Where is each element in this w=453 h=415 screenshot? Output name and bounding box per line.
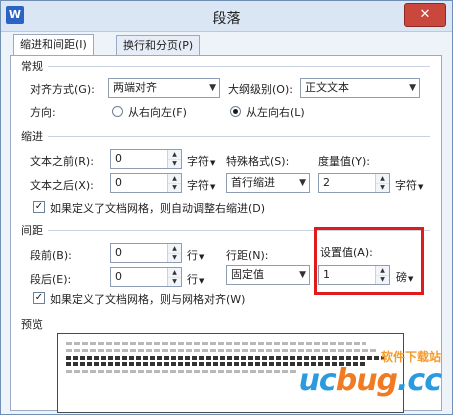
watermark-logo: ucbug.cc bbox=[298, 363, 442, 398]
section-spacing: 间距 bbox=[21, 224, 43, 237]
section-preview: 预览 bbox=[21, 318, 43, 331]
ltr-radio[interactable] bbox=[230, 106, 241, 117]
grid-align-label: 如果定义了文档网格，则与网格对齐(W) bbox=[50, 293, 246, 306]
rtl-label: 从右向左(F) bbox=[128, 106, 187, 119]
grid-align-checkbox[interactable]: ✓ bbox=[33, 292, 45, 304]
spin-down-icon[interactable]: ▼ bbox=[168, 253, 181, 262]
line-spacing-label: 行距(N): bbox=[226, 249, 269, 262]
section-indent: 缩进 bbox=[21, 130, 43, 143]
space-after-unit[interactable]: 行▼ bbox=[187, 271, 204, 287]
measure-unit[interactable]: 字符▼ bbox=[395, 177, 423, 193]
spin-down-icon[interactable]: ▼ bbox=[376, 183, 389, 192]
space-after-label: 段后(E): bbox=[30, 273, 72, 286]
ltr-label: 从左向右(L) bbox=[246, 106, 305, 119]
dialog-title: 段落 bbox=[212, 11, 241, 27]
space-before-unit[interactable]: 行▼ bbox=[187, 247, 204, 263]
outline-level-select[interactable]: 正文文本 ▼ bbox=[300, 78, 420, 98]
alignment-label: 对齐方式(G): bbox=[30, 83, 95, 96]
indent-after-label: 文本之后(X): bbox=[30, 179, 94, 192]
caret-icon: ▼ bbox=[199, 253, 205, 261]
highlight-box bbox=[314, 227, 424, 295]
measure-label: 度量值(Y): bbox=[318, 155, 371, 168]
caret-icon: ▼ bbox=[210, 183, 216, 191]
divider bbox=[48, 136, 430, 137]
chevron-down-icon: ▼ bbox=[299, 270, 306, 280]
caret-icon: ▼ bbox=[199, 277, 205, 285]
title-bar: W 段落 ✕ bbox=[1, 1, 452, 32]
tab-line-page-breaks[interactable]: 换行和分页(P) bbox=[116, 35, 201, 56]
line-spacing-select[interactable]: 固定值 ▼ bbox=[226, 265, 310, 285]
direction-label: 方向: bbox=[30, 106, 56, 119]
outline-level-label: 大纲级别(O): bbox=[228, 83, 293, 96]
indent-before-input[interactable]: 0 ▲ ▼ bbox=[110, 149, 182, 169]
preview-line bbox=[66, 370, 296, 373]
tab-indent-spacing[interactable]: 缩进和间距(I) bbox=[13, 34, 94, 57]
indent-after-input[interactable]: 0 ▲ ▼ bbox=[110, 173, 182, 193]
chevron-down-icon: ▼ bbox=[209, 83, 216, 93]
special-format-select[interactable]: 首行缩进 ▼ bbox=[226, 173, 310, 193]
divider bbox=[48, 66, 430, 67]
check-icon: ✓ bbox=[34, 201, 44, 212]
space-before-label: 段前(B): bbox=[30, 249, 72, 262]
close-icon: ✕ bbox=[419, 7, 431, 22]
spin-down-icon[interactable]: ▼ bbox=[168, 277, 181, 286]
chevron-down-icon: ▼ bbox=[409, 83, 416, 93]
watermark: 软件下载站 ucbug.cc bbox=[298, 348, 442, 398]
indent-before-label: 文本之前(R): bbox=[30, 155, 94, 168]
spin-down-icon[interactable]: ▼ bbox=[168, 183, 181, 192]
rtl-radio[interactable] bbox=[112, 106, 123, 117]
auto-adjust-checkbox[interactable]: ✓ bbox=[33, 201, 45, 213]
space-before-input[interactable]: 0 ▲ ▼ bbox=[110, 243, 182, 263]
indent-before-unit[interactable]: 字符▼ bbox=[187, 153, 215, 169]
close-button[interactable]: ✕ bbox=[404, 3, 446, 27]
check-icon: ✓ bbox=[34, 292, 44, 303]
spin-down-icon[interactable]: ▼ bbox=[168, 159, 181, 168]
measure-input[interactable]: 2 ▲ ▼ bbox=[318, 173, 390, 193]
caret-icon: ▼ bbox=[210, 159, 216, 167]
chevron-down-icon: ▼ bbox=[299, 178, 306, 188]
space-after-input[interactable]: 0 ▲ ▼ bbox=[110, 267, 182, 287]
preview-line bbox=[66, 342, 366, 345]
alignment-select[interactable]: 两端对齐 ▼ bbox=[108, 78, 220, 98]
indent-after-unit[interactable]: 字符▼ bbox=[187, 177, 215, 193]
caret-icon: ▼ bbox=[418, 183, 424, 191]
section-general: 常规 bbox=[21, 60, 43, 73]
special-format-label: 特殊格式(S): bbox=[226, 155, 290, 168]
auto-adjust-label: 如果定义了文档网格，则自动调整右缩进(D) bbox=[50, 202, 266, 215]
